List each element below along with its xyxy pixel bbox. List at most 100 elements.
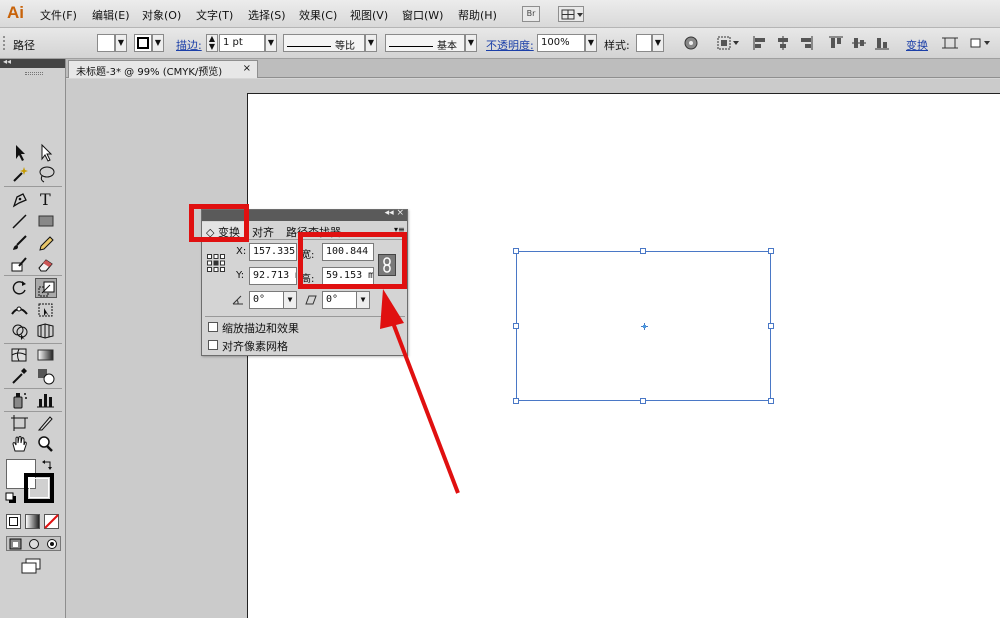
arrange-documents-button[interactable] bbox=[558, 6, 584, 22]
profile-dropdown[interactable]: ▼ bbox=[365, 34, 377, 52]
resize-handle-bottom-right[interactable] bbox=[768, 398, 774, 404]
artboard-tool[interactable] bbox=[9, 413, 31, 433]
rotate-tool[interactable] bbox=[9, 278, 31, 298]
menu-window[interactable]: 窗口(W) bbox=[402, 7, 443, 23]
fill-swatch[interactable] bbox=[97, 34, 115, 52]
default-fill-stroke-icon[interactable] bbox=[5, 492, 17, 504]
panel-header-controls[interactable]: ◂◂ × bbox=[385, 208, 404, 218]
align-pixel-grid-checkbox[interactable] bbox=[208, 340, 218, 350]
menu-edit[interactable]: 编辑(E) bbox=[92, 7, 130, 23]
blend-tool[interactable] bbox=[35, 366, 57, 386]
stroke-color-dropdown[interactable]: ▼ bbox=[152, 34, 164, 52]
resize-handle-top[interactable] bbox=[640, 248, 646, 254]
rotate-input[interactable]: 0° ▼ bbox=[249, 291, 297, 309]
menu-file[interactable]: 文件(F) bbox=[40, 7, 77, 23]
resize-handle-left[interactable] bbox=[513, 323, 519, 329]
variable-width-profile[interactable]: 等比 bbox=[283, 34, 365, 52]
selection-tool[interactable] bbox=[9, 143, 31, 163]
transform-link[interactable]: 变换 bbox=[906, 37, 928, 53]
style-dropdown[interactable]: ▼ bbox=[652, 34, 664, 52]
make-mask-icon[interactable] bbox=[968, 35, 992, 51]
lasso-tool[interactable] bbox=[35, 164, 57, 184]
stroke-weight-dropdown[interactable]: ▼ bbox=[265, 34, 277, 52]
menu-object[interactable]: 对象(O) bbox=[142, 7, 181, 23]
gradient-mode-button[interactable] bbox=[25, 514, 40, 529]
shape-builder-tool[interactable] bbox=[9, 321, 31, 341]
shear-dropdown[interactable]: ▼ bbox=[356, 292, 369, 308]
reference-point-icon[interactable] bbox=[207, 254, 225, 272]
rectangle-tool[interactable] bbox=[35, 211, 57, 231]
opacity-label[interactable]: 不透明度: bbox=[486, 37, 534, 53]
isolate-selected-icon[interactable] bbox=[942, 35, 958, 51]
opacity-dropdown[interactable]: ▼ bbox=[585, 34, 597, 52]
x-input[interactable]: 157.335 bbox=[249, 243, 297, 261]
slice-tool[interactable] bbox=[35, 413, 57, 433]
close-tab-icon[interactable]: × bbox=[243, 63, 251, 74]
rotate-dropdown[interactable]: ▼ bbox=[283, 292, 296, 308]
stroke-swatch[interactable] bbox=[134, 34, 152, 52]
fill-dropdown[interactable]: ▼ bbox=[115, 34, 127, 52]
menu-type[interactable]: 文字(T) bbox=[196, 7, 233, 23]
collapse-panel-icon[interactable]: ◂◂ bbox=[3, 57, 11, 66]
document-tab[interactable]: 未标题-3* @ 99% (CMYK/预览) × bbox=[68, 60, 258, 78]
brush-dropdown[interactable]: ▼ bbox=[465, 34, 477, 52]
blob-brush-tool[interactable] bbox=[9, 254, 31, 274]
menu-select[interactable]: 选择(S) bbox=[248, 7, 286, 23]
stroke-weight-stepper[interactable]: ▲ ▼ bbox=[206, 34, 218, 52]
align-right-icon[interactable] bbox=[798, 35, 814, 51]
perspective-grid-tool[interactable] bbox=[35, 321, 57, 341]
screen-mode-icon[interactable] bbox=[20, 558, 42, 574]
paintbrush-tool[interactable] bbox=[9, 233, 31, 253]
color-mode-button[interactable] bbox=[6, 514, 21, 529]
width-tool[interactable] bbox=[9, 300, 31, 320]
scale-tool[interactable] bbox=[35, 278, 57, 298]
hand-tool[interactable] bbox=[9, 434, 31, 454]
align-horizontal-center-icon[interactable] bbox=[775, 35, 791, 51]
menu-effect[interactable]: 效果(C) bbox=[299, 7, 337, 23]
menu-help[interactable]: 帮助(H) bbox=[458, 7, 497, 23]
none-mode-icon[interactable] bbox=[44, 514, 59, 529]
recolor-artwork-icon[interactable] bbox=[683, 35, 699, 51]
resize-handle-bottom[interactable] bbox=[640, 398, 646, 404]
swap-fill-stroke-icon[interactable] bbox=[42, 458, 54, 470]
free-transform-tool[interactable] bbox=[35, 300, 57, 320]
stroke-label[interactable]: 描边: bbox=[176, 37, 202, 53]
draw-inside-icon[interactable] bbox=[45, 538, 59, 550]
brush-definition[interactable]: 基本 bbox=[385, 34, 465, 52]
line-segment-tool[interactable] bbox=[9, 211, 31, 231]
align-bottom-icon[interactable] bbox=[874, 35, 890, 51]
resize-handle-bottom-left[interactable] bbox=[513, 398, 519, 404]
tools-panel-header[interactable]: ◂◂ bbox=[0, 57, 65, 68]
resize-handle-top-right[interactable] bbox=[768, 248, 774, 254]
stroke-weight-field[interactable]: 1 pt bbox=[219, 34, 265, 52]
resize-handle-right[interactable] bbox=[768, 323, 774, 329]
draw-normal-icon[interactable] bbox=[9, 538, 23, 550]
pen-tool[interactable] bbox=[9, 189, 31, 209]
style-swatch[interactable] bbox=[636, 34, 652, 52]
shear-input[interactable]: 0° ▼ bbox=[322, 291, 370, 309]
align-vertical-center-icon[interactable] bbox=[851, 35, 867, 51]
eyedropper-tool[interactable] bbox=[9, 366, 31, 386]
zoom-tool[interactable] bbox=[35, 434, 57, 454]
align-top-icon[interactable] bbox=[828, 35, 844, 51]
resize-handle-top-left[interactable] bbox=[513, 248, 519, 254]
scale-strokes-checkbox[interactable] bbox=[208, 322, 218, 332]
bridge-button[interactable]: Br bbox=[522, 6, 540, 22]
mesh-tool[interactable] bbox=[9, 345, 31, 365]
type-tool[interactable]: T bbox=[35, 189, 57, 209]
align-left-icon[interactable] bbox=[752, 35, 768, 51]
align-to-selection-icon[interactable] bbox=[716, 35, 740, 51]
symbol-sprayer-tool[interactable] bbox=[9, 390, 31, 410]
gradient-tool[interactable] bbox=[35, 345, 57, 365]
magic-wand-tool[interactable] bbox=[9, 164, 31, 184]
tab-align[interactable]: 对齐 bbox=[248, 222, 278, 239]
column-graph-tool[interactable] bbox=[35, 390, 57, 410]
draw-behind-icon[interactable] bbox=[27, 538, 41, 550]
pencil-tool[interactable] bbox=[35, 233, 57, 253]
stroke-color-swatch[interactable] bbox=[24, 473, 54, 503]
direct-selection-tool[interactable] bbox=[35, 143, 57, 163]
opacity-field[interactable]: 100% bbox=[537, 34, 585, 52]
y-input[interactable]: 92.713 m bbox=[249, 267, 297, 285]
eraser-tool[interactable] bbox=[35, 254, 57, 274]
menu-view[interactable]: 视图(V) bbox=[350, 7, 388, 23]
